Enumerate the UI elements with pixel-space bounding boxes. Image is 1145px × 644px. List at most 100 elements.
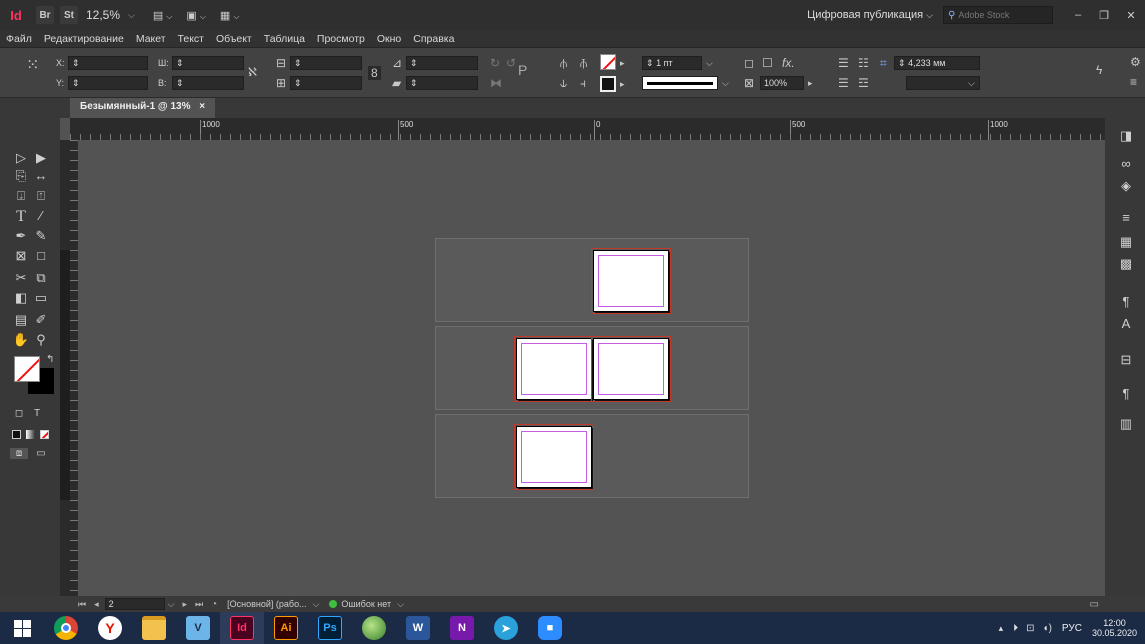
formatting-text-icon[interactable]: T [28, 408, 46, 419]
panel-settings-icon[interactable]: ⚙ [1130, 56, 1141, 68]
stroke-dropdown-icon[interactable]: ▸ [620, 78, 625, 90]
swatches-panel-icon[interactable]: ▩ [1117, 256, 1135, 272]
bridge-button[interactable]: Br [36, 6, 54, 24]
taskbar-yandex[interactable]: Y [88, 612, 132, 644]
master-status[interactable]: [Основной] (рабо... [227, 599, 306, 609]
gap-field[interactable]: ⇕ 4,233 мм [894, 56, 980, 70]
opacity-field[interactable]: 100% [760, 76, 804, 90]
menu-view[interactable]: Просмотр [317, 33, 365, 45]
panel-menu-icon[interactable]: ≡ [1130, 76, 1137, 88]
taskbar-indesign[interactable]: Id [220, 612, 264, 644]
paragraph-panel-icon[interactable]: ¶ [1117, 386, 1135, 401]
screen-mode-normal-icon[interactable]: ⧈ [10, 448, 28, 459]
height-field[interactable]: ⇕ [172, 76, 244, 90]
taskbar-illustrator[interactable]: Ai [264, 612, 308, 644]
rectangle-frame-tool-icon[interactable]: ⊠ [12, 248, 30, 264]
quick-apply-icon[interactable]: ϟ [1096, 64, 1102, 76]
pencil-tool-icon[interactable]: ✎ [32, 228, 50, 244]
opacity-dropdown-icon[interactable]: ▸ [808, 77, 813, 89]
stroke-type-dropdown-icon[interactable]: ⌵ [722, 77, 729, 89]
content-collector-icon[interactable]: ⍗ [12, 188, 30, 204]
menu-type[interactable]: Текст [178, 33, 204, 45]
shear-field[interactable]: ⇕ [406, 76, 478, 90]
gap-tool-icon[interactable]: ↔ [32, 168, 50, 183]
formatting-container-icon[interactable]: ◻ [10, 408, 28, 419]
page[interactable] [514, 336, 594, 402]
scissors-tool-icon[interactable]: ✂ [12, 270, 30, 286]
preflight-status[interactable]: Ошибок нет [341, 599, 391, 609]
opacity-icon[interactable]: ⊠ [744, 77, 754, 89]
zoom-level[interactable]: 12,5% [86, 8, 120, 22]
horizontal-ruler[interactable]: 1000 500 0 500 1000 [70, 118, 1105, 140]
fill-swatch[interactable] [600, 54, 616, 70]
menu-object[interactable]: Объект [216, 33, 252, 45]
spread-1[interactable] [435, 238, 749, 322]
drop-shadow-icon[interactable]: ◻ [744, 57, 754, 69]
fill-box[interactable] [14, 356, 40, 382]
text-wrap-panel-icon[interactable]: ⊟ [1117, 352, 1135, 368]
links-panel-icon[interactable]: ∞ [1117, 156, 1135, 171]
x-field[interactable]: ⇕ [68, 56, 148, 70]
taskbar-photoshop[interactable]: Ps [308, 612, 352, 644]
page[interactable] [514, 424, 594, 490]
open-page-icon[interactable]: ◔ [211, 599, 217, 610]
tray-pointer-icon[interactable]: ⏵ [1013, 623, 1018, 634]
menu-table[interactable]: Таблица [264, 33, 305, 45]
stroke-type-field[interactable] [642, 76, 718, 90]
workspace-switcher[interactable]: Цифровая публикация ⌵ [807, 9, 933, 21]
menu-file[interactable]: Файл [6, 33, 32, 45]
rotate-icon[interactable]: ⊿ [392, 57, 402, 69]
select-container-icon[interactable]: P [518, 63, 527, 77]
document-tab[interactable]: Безымянный-1 @ 13% × [70, 98, 216, 118]
stroke-panel-icon[interactable]: ≡ [1117, 210, 1135, 225]
rotate-cw-icon[interactable]: ↻ [490, 57, 500, 69]
stroke-swatch[interactable] [600, 76, 616, 92]
width-field[interactable]: ⇕ [172, 56, 244, 70]
color-panel-icon[interactable]: ▦ [1117, 234, 1135, 250]
menu-help[interactable]: Справка [413, 33, 454, 45]
volume-icon[interactable]: ◖) [1043, 623, 1052, 634]
gradient-swatch-tool-icon[interactable]: ◧ [12, 290, 30, 306]
select-prev-object-icon[interactable]: ⫞ [580, 77, 586, 89]
selection-tool-icon[interactable]: ▷ [12, 150, 30, 166]
gradient-feather-tool-icon[interactable]: ▭ [32, 290, 50, 306]
layers-panel-icon[interactable]: ◈ [1117, 178, 1135, 194]
taskbar-visual-studio[interactable]: V [176, 612, 220, 644]
page[interactable] [591, 336, 671, 402]
shear-icon[interactable]: ▰ [392, 77, 401, 89]
scale-x-icon[interactable]: ⊟ [276, 57, 286, 69]
last-page-icon[interactable]: ⏭ [195, 599, 203, 610]
select-previous-icon[interactable]: ⫛ [560, 57, 567, 69]
content-placer-icon[interactable]: ⍐ [32, 188, 50, 204]
close-button[interactable]: ✕ [1117, 9, 1145, 22]
rotation-field[interactable]: ⇕ [406, 56, 478, 70]
select-content-icon[interactable]: ⫝ [560, 77, 567, 89]
stroke-weight-field[interactable]: ⇕ 1 пт [642, 56, 702, 70]
scale-y-field[interactable]: ⇕ [290, 76, 362, 90]
preflight-dropdown-icon[interactable]: ⌵ [397, 599, 404, 610]
next-page-icon[interactable]: ▸ [182, 599, 187, 610]
first-page-icon[interactable]: ⏮ [78, 599, 86, 610]
object-style-dropdown-icon[interactable]: ⌵ [968, 77, 975, 89]
previous-page-icon[interactable]: ◂ [94, 599, 99, 610]
spread-2[interactable] [435, 326, 749, 410]
align-left-icon[interactable]: ☰ [838, 57, 849, 69]
taskbar-zoom[interactable]: ■ [528, 612, 572, 644]
rectangle-tool-icon[interactable]: □ [32, 248, 50, 263]
system-clock[interactable]: 12:00 30.05.2020 [1092, 618, 1137, 638]
paragraph-styles-panel-icon[interactable]: ¶ [1117, 294, 1135, 309]
page-number-field[interactable]: 2 [104, 598, 165, 610]
taskbar-chrome[interactable] [44, 612, 88, 644]
apply-color-icon[interactable] [12, 430, 21, 439]
reference-point-icon[interactable]: ⁙ [26, 58, 39, 74]
taskbar-maps[interactable] [352, 612, 396, 644]
pasteboard[interactable] [78, 140, 1105, 596]
screen-mode-preview-icon[interactable]: ▭ [32, 448, 50, 459]
effects-fx-icon[interactable]: fx. [782, 57, 795, 69]
constrain-proportions-icon[interactable]: ℵ [248, 66, 257, 78]
gap-icon[interactable]: ⌗ [880, 57, 887, 69]
master-dropdown-icon[interactable]: ⌵ [313, 599, 320, 610]
menu-edit[interactable]: Редактирование [44, 33, 124, 45]
direct-selection-tool-icon[interactable]: ▶ [32, 150, 50, 166]
windows-start-button[interactable] [0, 612, 44, 644]
